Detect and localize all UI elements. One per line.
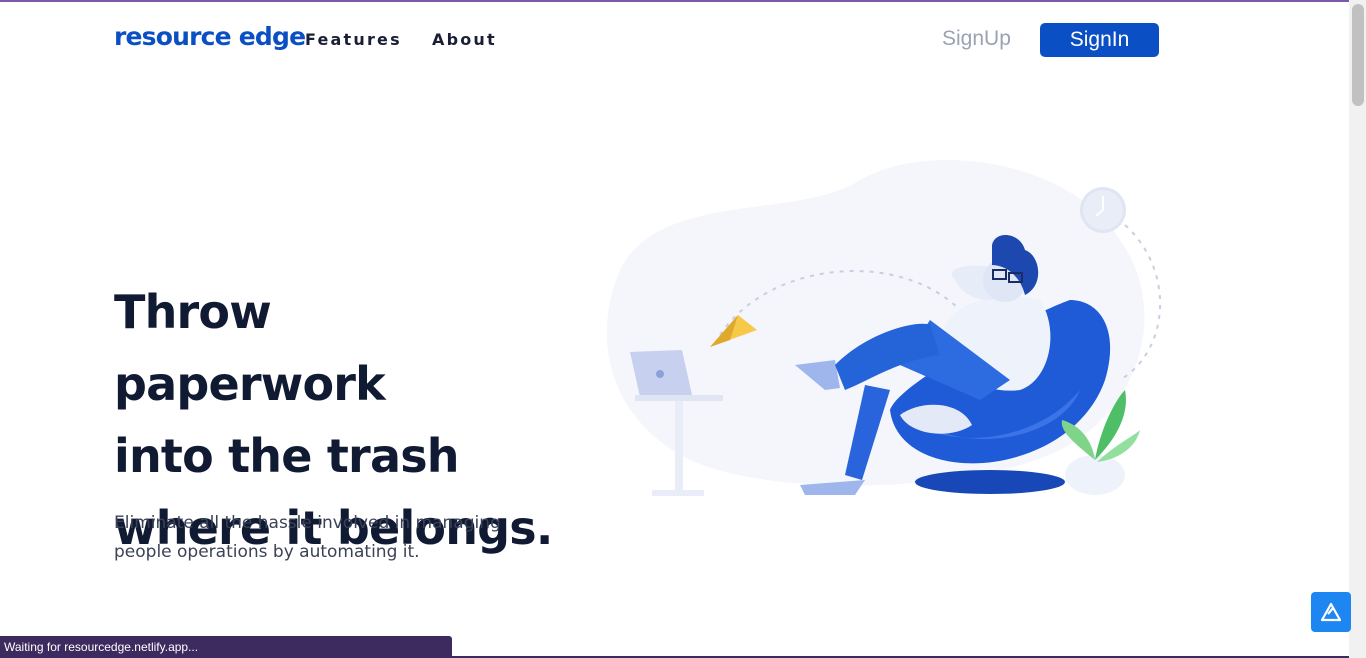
help-widget-button[interactable]: [1311, 592, 1351, 632]
hero-illustration: [606, 160, 1162, 496]
signin-button[interactable]: SignIn: [1040, 23, 1159, 57]
hero-title-line-2: into the trash: [114, 429, 460, 483]
hero-subtitle: Eliminate all the hassle involved in man…: [114, 509, 534, 567]
hero-subtitle-line-2: people operations by automating it.: [114, 542, 420, 562]
signup-link[interactable]: SignUp: [942, 27, 1011, 51]
browser-status-bar: Waiting for resourcedge.netlify.app...: [0, 636, 452, 658]
scrollbar-thumb[interactable]: [1352, 4, 1364, 106]
hero-title-line-1: Throw paperwork: [114, 285, 386, 411]
hero-subtitle-line-1: Eliminate all the hassle involved in man…: [114, 513, 501, 533]
nav-features-link[interactable]: Features: [305, 30, 402, 49]
nav-about-link[interactable]: About: [432, 30, 497, 49]
page-scrollbar[interactable]: [1349, 0, 1366, 658]
top-accent-line: [0, 0, 1366, 2]
logo[interactable]: resource edge: [114, 22, 306, 51]
clock-icon: [1080, 187, 1126, 233]
help-widget-icon: [1320, 602, 1342, 622]
